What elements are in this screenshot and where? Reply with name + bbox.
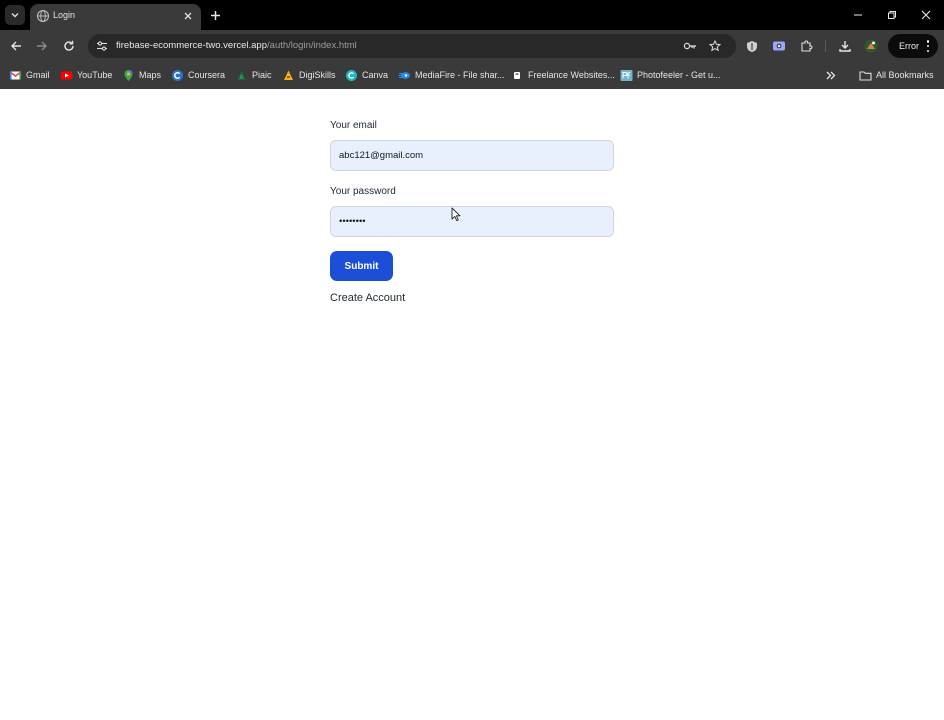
email-field[interactable]	[330, 140, 614, 171]
address-bar[interactable]: firebase-ecommerce-two.vercel.app/auth/l…	[88, 34, 736, 58]
all-bookmarks-label: All Bookmarks	[876, 70, 934, 80]
profile-avatar-button[interactable]	[863, 38, 879, 54]
avatar-icon	[864, 39, 878, 53]
double-chevron-right-icon	[826, 71, 836, 79]
active-tab[interactable]: Login	[30, 4, 201, 30]
site-info-button[interactable]	[94, 38, 110, 54]
bookmark-maps[interactable]: Maps	[122, 67, 161, 83]
download-icon	[839, 41, 851, 52]
restore-button[interactable]	[884, 7, 900, 23]
close-window-button[interactable]	[918, 7, 934, 23]
bookmark-label: Gmail	[26, 70, 50, 80]
close-icon	[184, 12, 192, 20]
tab-title: Login	[53, 10, 76, 20]
bookmark-label: Photofeeler - Get u...	[637, 70, 721, 80]
maps-icon	[124, 69, 133, 81]
url-host: firebase-ecommerce-two.vercel.app	[116, 40, 268, 51]
puzzle-icon	[800, 39, 813, 52]
bookmarks-overflow-button[interactable]	[824, 67, 837, 83]
tune-icon	[97, 41, 107, 51]
restore-icon	[888, 11, 896, 19]
shield-icon	[747, 40, 757, 52]
bookmark-gmail[interactable]: Gmail	[9, 67, 50, 83]
page-content: Your email Your password Submit Create A…	[0, 89, 944, 720]
gmail-icon	[9, 70, 22, 79]
close-tab-button[interactable]	[181, 9, 195, 23]
url-path: /auth/login/index.html	[267, 40, 357, 51]
arrow-right-icon	[37, 41, 47, 51]
browser-toolbar: firebase-ecommerce-two.vercel.app/auth/l…	[0, 30, 944, 62]
profile-error-label: Error	[899, 41, 919, 51]
extensions-button[interactable]	[798, 38, 814, 54]
bookmark-coursera[interactable]: Coursera	[171, 67, 225, 83]
coursera-icon	[172, 69, 183, 81]
email-label: Your email	[330, 120, 377, 131]
bookmark-label: Piaic	[252, 70, 272, 80]
submit-button[interactable]: Submit	[330, 251, 393, 281]
profile-error-button[interactable]: Error	[888, 34, 938, 58]
chevron-down-icon	[11, 13, 19, 18]
minimize-icon	[854, 14, 862, 16]
camera-icon	[773, 41, 785, 51]
bookmark-digiskills[interactable]: DigiSkills	[282, 67, 336, 83]
bookmark-label: Canva	[362, 70, 389, 80]
url-text: firebase-ecommerce-two.vercel.app/auth/l…	[116, 40, 357, 51]
arrow-left-icon	[11, 41, 21, 51]
star-icon	[709, 40, 721, 52]
piaic-icon	[237, 69, 246, 80]
password-label: Your password	[330, 186, 396, 197]
new-tab-button[interactable]	[207, 7, 223, 23]
create-account-link[interactable]: Create Account	[330, 292, 405, 304]
toolbar-divider	[825, 40, 826, 52]
password-field[interactable]	[330, 206, 614, 237]
digiskills-icon	[284, 70, 293, 80]
freelance-icon	[514, 71, 520, 79]
extension-camera[interactable]	[771, 38, 787, 54]
reload-icon	[64, 40, 74, 51]
bookmark-label: YouTube	[77, 70, 113, 80]
bookmark-mediafire[interactable]: MediaFire - File shar...	[398, 67, 505, 83]
plus-icon	[210, 10, 220, 20]
folder-icon	[859, 70, 872, 81]
bookmark-star-button[interactable]	[707, 38, 723, 54]
bookmark-canva[interactable]: Canva	[345, 67, 388, 83]
minimize-button[interactable]	[850, 7, 866, 23]
close-icon	[921, 10, 931, 20]
reload-button[interactable]	[61, 38, 77, 54]
back-button[interactable]	[8, 38, 24, 54]
mediafire-icon	[398, 71, 410, 79]
bookmark-label: Freelance Websites...	[528, 70, 615, 80]
bookmark-label: MediaFire - File shar...	[415, 70, 505, 80]
tab-search-button[interactable]	[5, 5, 25, 25]
bookmark-piaic[interactable]: Piaic	[235, 67, 272, 83]
key-icon	[683, 42, 696, 50]
photofeeler-icon	[620, 69, 633, 81]
bookmark-photofeeler[interactable]: Photofeeler - Get u...	[620, 67, 721, 83]
forward-button[interactable]	[34, 38, 50, 54]
canva-icon	[346, 69, 357, 81]
bookmark-youtube[interactable]: YouTube	[60, 67, 112, 83]
bookmarks-bar: Gmail YouTube Maps Coursera Piaic DigiSk…	[0, 62, 944, 89]
mouse-cursor-icon	[451, 207, 461, 222]
bookmark-label: Coursera	[188, 70, 226, 80]
bookmark-label: DigiSkills	[299, 70, 336, 80]
tab-strip: Login	[0, 0, 944, 30]
bookmark-label: Maps	[139, 70, 162, 80]
downloads-button[interactable]	[837, 38, 853, 54]
password-key-button[interactable]	[682, 38, 698, 54]
more-options-icon	[926, 39, 930, 53]
globe-icon	[36, 9, 50, 23]
extension-shield[interactable]	[744, 38, 760, 54]
bookmark-freelance[interactable]: Freelance Websites...	[511, 67, 615, 83]
youtube-icon	[60, 71, 73, 79]
all-bookmarks-button[interactable]: All Bookmarks	[859, 67, 934, 83]
